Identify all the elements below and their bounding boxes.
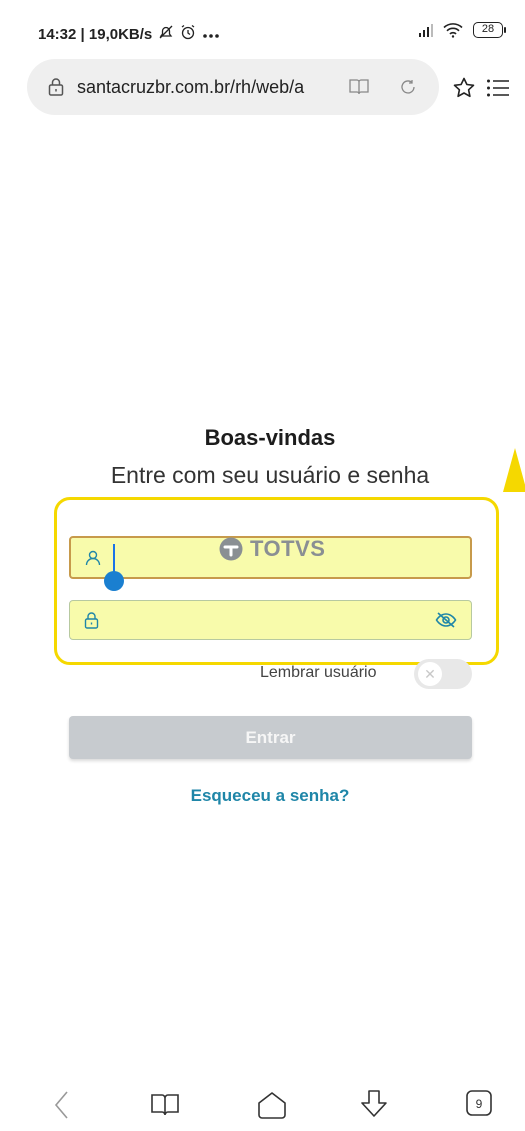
- remember-user-toggle[interactable]: ✕: [414, 659, 472, 689]
- totvs-logo-icon: [219, 537, 243, 561]
- reload-icon[interactable]: [399, 78, 417, 101]
- star-icon[interactable]: [452, 76, 476, 105]
- more-dots-icon: [202, 26, 220, 43]
- alarm-icon: [180, 24, 196, 44]
- totvs-logo-text: TOTVS: [250, 536, 326, 561]
- remember-user-label: Lembrar usuário: [260, 664, 377, 681]
- mute-notifications-icon: [158, 24, 174, 44]
- battery-level: 28: [481, 23, 495, 35]
- toggle-off-icon: ✕: [418, 662, 442, 686]
- tabs-icon[interactable]: 9: [465, 1089, 493, 1122]
- status-left: 14:32 | 19,0KB/s: [38, 24, 220, 44]
- enter-button[interactable]: Entrar: [69, 716, 472, 759]
- highlight-box: [54, 497, 499, 665]
- page-title: Boas-vindas: [204, 425, 336, 450]
- menu-list-icon[interactable]: [486, 78, 510, 103]
- highlight-marker: [503, 448, 525, 492]
- download-icon[interactable]: [358, 1088, 390, 1125]
- page-subtitle: Entre com seu usuário e senha: [110, 462, 430, 488]
- home-icon[interactable]: [256, 1090, 288, 1125]
- status-time-speed: 14:32 | 19,0KB/s: [38, 25, 153, 43]
- bookmarks-icon[interactable]: [150, 1092, 180, 1123]
- status-bar: 14:32 | 19,0KB/s 28: [0, 0, 525, 64]
- bottom-nav: 9: [0, 1086, 525, 1131]
- url-text[interactable]: santacruzbr.com.br/rh/web/a: [77, 77, 304, 98]
- reader-mode-icon[interactable]: [349, 78, 369, 101]
- wifi-icon: [443, 23, 463, 38]
- tabs-count: 9: [476, 1097, 483, 1111]
- forgot-password-link[interactable]: Esqueceu a senha?: [0, 786, 525, 806]
- status-right: 28: [419, 22, 506, 38]
- lock-icon[interactable]: [47, 77, 65, 102]
- battery-icon: 28: [473, 22, 506, 38]
- address-bar[interactable]: santacruzbr.com.br/rh/web/a: [27, 59, 439, 115]
- signal-icon: [419, 23, 433, 37]
- back-icon[interactable]: [50, 1089, 74, 1126]
- totvs-logo: TOTVS: [218, 536, 325, 562]
